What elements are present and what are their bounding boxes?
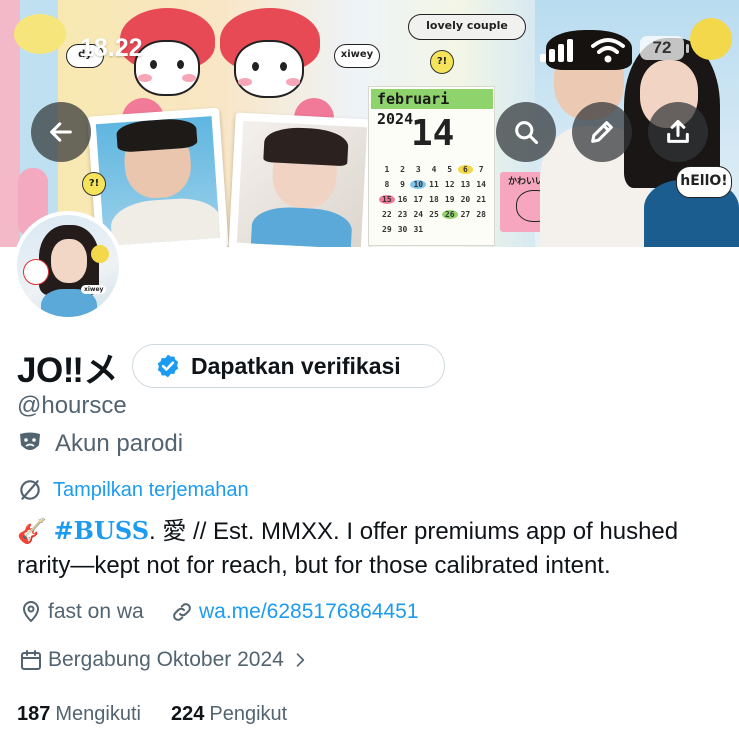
theater-mask-icon: [20, 432, 40, 450]
calendar-grid: 1 2 3 4 5 6 7 8 9 10 11 12 13 14 15 16 17 18 19 20 21 22 23 24 2…: [379, 165, 489, 234]
status-time: 18.22: [80, 34, 143, 62]
strawberry-cat-right: [220, 8, 320, 108]
username-handle: @hoursce: [17, 392, 127, 419]
calendar-day: 17: [413, 195, 424, 204]
calendar-day: 30: [397, 225, 408, 234]
battery-indicator: 72: [640, 36, 684, 60]
website-row[interactable]: wa.me/6285176864451: [170, 600, 419, 624]
calendar-day: 24: [413, 210, 424, 219]
parody-label-row: Akun parodi: [17, 430, 183, 458]
show-translation-label: Tampilkan terjemahan: [53, 478, 249, 501]
followers-link[interactable]: 224 Pengikut: [171, 703, 287, 726]
star-badge: [690, 18, 732, 60]
chevron-right-icon: [296, 653, 305, 667]
followers-label: Pengikut: [209, 703, 288, 725]
get-verified-button[interactable]: Dapatkan verifikasi: [132, 344, 445, 388]
calendar-day: 15: [379, 195, 395, 204]
share-icon: [667, 119, 689, 143]
website-link[interactable]: wa.me/6285176864451: [199, 600, 419, 624]
calendar-day: 29: [382, 225, 392, 234]
sticker-couple: lovely couple: [408, 14, 526, 40]
calendar-day: 21: [476, 195, 486, 204]
sticker-hello: hEllO!: [676, 166, 732, 198]
calendar-day: 10: [410, 180, 427, 189]
calendar-day: 12: [444, 180, 455, 189]
calendar-day: 2: [400, 165, 405, 174]
battery-tip: [686, 44, 689, 53]
note-label: かわいい: [508, 177, 545, 187]
calendar-day: 11: [429, 180, 439, 189]
profile-banner[interactable]: lovely couple dy xiwey ?! ?! februari 20…: [0, 0, 739, 247]
photo-card-male: [87, 107, 229, 247]
hashtag-link[interactable]: #BUSS: [54, 516, 149, 545]
calendar-big-number: 14: [411, 113, 455, 154]
avatar-image: xiwey: [17, 215, 119, 317]
joined-row[interactable]: Bergabung Oktober 2024: [19, 648, 315, 672]
calendar-day: 19: [444, 195, 455, 204]
display-name: JO‼メ: [17, 351, 118, 390]
calendar-day: 5: [447, 165, 453, 174]
verified-badge-icon: [157, 354, 179, 378]
calendar-day: 9: [400, 180, 405, 189]
calendar-day: 16: [397, 195, 408, 204]
translate-icon: [20, 480, 40, 500]
calendar-day: 20: [460, 195, 471, 204]
following-link[interactable]: 187 Mengikuti: [17, 703, 141, 726]
calendar-card: februari 2024 14 1 2 3 4 5 6 7 8 9 10 11 12 13 14 15 16…: [368, 86, 495, 246]
calendar-day: 14: [476, 180, 486, 189]
calendar-day: 25: [429, 210, 439, 219]
avatar[interactable]: xiwey: [13, 211, 123, 321]
photo-card-female: [228, 112, 376, 247]
cellular-signal-icon: [540, 38, 574, 62]
calendar-day: 1: [384, 165, 390, 174]
wifi-icon: [591, 38, 625, 63]
calendar-day: 26: [441, 210, 458, 219]
edit-button[interactable]: [572, 102, 632, 162]
search-button[interactable]: [496, 102, 556, 162]
location-text: fast on wa: [48, 600, 144, 623]
calendar-day: 8: [384, 180, 390, 189]
search-icon: [515, 121, 539, 145]
photo-couple: [540, 30, 739, 247]
joined-date: Bergabung Oktober 2024: [48, 648, 284, 671]
calendar-day: 18: [429, 195, 439, 204]
calendar-day: 3: [415, 165, 421, 174]
following-count: 187: [17, 703, 51, 725]
arrow-left-icon: [50, 122, 72, 142]
calendar-day: 27: [460, 210, 471, 219]
sticker-question: ?!: [430, 50, 454, 74]
show-translation-link[interactable]: Tampilkan terjemahan: [17, 477, 249, 503]
calendar-month: februari 2024: [371, 89, 493, 128]
pencil-icon: [591, 121, 613, 143]
get-verified-label: Dapatkan verifikasi: [191, 352, 401, 379]
calendar-day: 28: [476, 210, 486, 219]
calendar-day: 7: [478, 165, 484, 174]
location-row: fast on wa: [19, 600, 144, 624]
calendar-icon: [21, 650, 41, 670]
decor-bubble: [14, 14, 66, 54]
calendar-day: 4: [431, 165, 437, 174]
link-icon: [173, 603, 191, 621]
avatar-sticker: xiwey: [81, 285, 107, 294]
sticker-question: ?!: [82, 172, 106, 196]
back-button[interactable]: [31, 102, 91, 162]
guitar-emoji: 🎸: [17, 518, 47, 545]
sticker-xiwey: xiwey: [334, 44, 380, 68]
calendar-day: 6: [457, 165, 474, 174]
calendar-day: 31: [413, 225, 424, 234]
location-pin-icon: [23, 601, 39, 622]
calendar-day: 13: [460, 180, 471, 189]
parody-label: Akun parodi: [55, 430, 184, 457]
following-label: Mengikuti: [55, 703, 141, 725]
calendar-day: 22: [382, 210, 392, 219]
bio-text: 🎸 #BUSS. 愛 // Est. MMXX. I offer premium…: [17, 514, 727, 583]
calendar-day: 23: [397, 210, 408, 219]
followers-count: 224: [171, 703, 205, 725]
share-button[interactable]: [648, 102, 708, 162]
